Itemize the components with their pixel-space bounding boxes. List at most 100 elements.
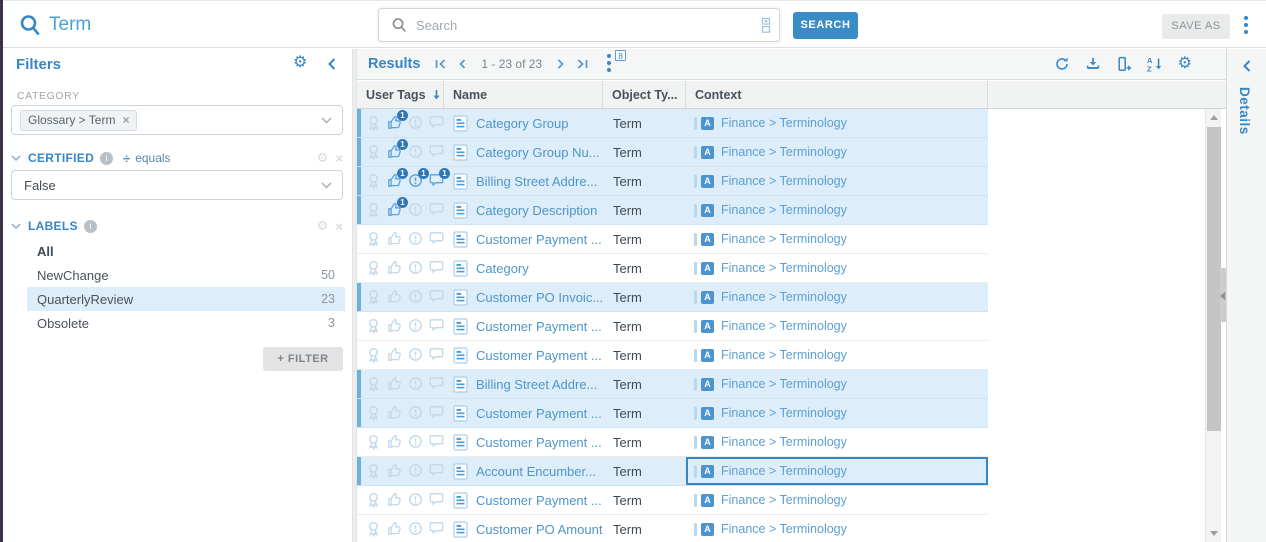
alert-circle-icon[interactable]: [408, 231, 424, 247]
column-header-context[interactable]: Context: [686, 81, 988, 108]
table-row[interactable]: 1Category Group Nu...TermAFinance > Term…: [357, 138, 988, 167]
add-filter-button[interactable]: + FILTER: [263, 347, 343, 371]
add-column-icon[interactable]: [1116, 56, 1132, 72]
alert-circle-icon[interactable]: [408, 289, 424, 305]
label-item-obsolete[interactable]: Obsolete3: [27, 311, 345, 335]
comment-bubble-icon[interactable]: 1: [429, 173, 445, 189]
context-link[interactable]: Finance > Terminology: [721, 435, 847, 449]
context-link[interactable]: Finance > Terminology: [721, 145, 847, 159]
details-tab[interactable]: Details: [1237, 87, 1252, 135]
endorsement-thumbs-up-icon[interactable]: [387, 231, 403, 247]
context-link[interactable]: Finance > Terminology: [721, 232, 847, 246]
scroll-up-icon[interactable]: [1210, 115, 1218, 120]
context-link[interactable]: Finance > Terminology: [721, 406, 847, 420]
context-cell[interactable]: AFinance > Terminology: [686, 399, 988, 427]
table-row[interactable]: 1Category DescriptionTermAFinance > Term…: [357, 196, 988, 225]
table-row[interactable]: Customer Payment ...TermAFinance > Termi…: [357, 341, 988, 370]
term-name-link[interactable]: Billing Street Addre...: [476, 377, 597, 392]
name-cell[interactable]: Category Group: [444, 109, 603, 137]
section-collapse-chevron-icon[interactable]: [11, 223, 21, 229]
endorsement-thumbs-up-icon[interactable]: [387, 405, 403, 421]
endorsement-thumbs-up-icon[interactable]: 1: [387, 115, 403, 131]
search-button[interactable]: SEARCH: [793, 12, 858, 39]
section-gear-icon[interactable]: ⚙: [317, 218, 329, 234]
endorsement-thumbs-up-icon[interactable]: [387, 260, 403, 276]
term-name-link[interactable]: Customer Payment ...: [476, 348, 602, 363]
table-row[interactable]: Customer PO AmountTermAFinance > Termino…: [357, 515, 988, 542]
context-cell[interactable]: AFinance > Terminology: [686, 167, 988, 195]
term-name-link[interactable]: Category Description: [476, 203, 597, 218]
context-cell[interactable]: AFinance > Terminology: [686, 254, 988, 282]
certified-badge-icon[interactable]: [366, 492, 382, 508]
label-item-newchange[interactable]: NewChange50: [27, 263, 345, 287]
name-cell[interactable]: Customer Payment ...: [444, 341, 603, 369]
term-name-link[interactable]: Category: [476, 261, 529, 276]
context-cell[interactable]: AFinance > Terminology: [686, 457, 988, 485]
context-link[interactable]: Finance > Terminology: [721, 319, 847, 333]
remove-tag-icon[interactable]: ×: [122, 113, 129, 127]
table-row[interactable]: CategoryTermAFinance > Terminology: [357, 254, 988, 283]
certified-badge-icon[interactable]: [366, 463, 382, 479]
label-item-all[interactable]: All: [27, 239, 345, 263]
endorsement-thumbs-up-icon[interactable]: 1: [387, 144, 403, 160]
comment-bubble-icon[interactable]: [429, 492, 445, 508]
context-cell[interactable]: AFinance > Terminology: [686, 225, 988, 253]
alert-circle-icon[interactable]: [408, 202, 424, 218]
certified-badge-icon[interactable]: [366, 521, 382, 537]
endorsement-thumbs-up-icon[interactable]: [387, 434, 403, 450]
comment-bubble-icon[interactable]: [429, 434, 445, 450]
certified-badge-icon[interactable]: [366, 202, 382, 218]
term-name-link[interactable]: Customer PO Invoic...: [476, 290, 603, 305]
table-row[interactable]: Account Encumber...TermAFinance > Termin…: [357, 457, 988, 486]
endorsement-thumbs-up-icon[interactable]: [387, 376, 403, 392]
certified-badge-icon[interactable]: [366, 115, 382, 131]
alert-circle-icon[interactable]: [408, 521, 424, 537]
table-row[interactable]: Customer PO Invoic...TermAFinance > Term…: [357, 283, 988, 312]
name-cell[interactable]: Customer Payment ...: [444, 225, 603, 253]
table-row[interactable]: Customer Payment ...TermAFinance > Termi…: [357, 312, 988, 341]
alert-circle-icon[interactable]: [408, 347, 424, 363]
comment-bubble-icon[interactable]: [429, 202, 445, 218]
context-link[interactable]: Finance > Terminology: [721, 203, 847, 217]
endorsement-thumbs-up-icon[interactable]: 1: [387, 202, 403, 218]
table-row[interactable]: Customer Payment ...TermAFinance > Termi…: [357, 428, 988, 457]
alert-circle-icon[interactable]: [408, 376, 424, 392]
comment-bubble-icon[interactable]: [429, 376, 445, 392]
context-link[interactable]: Finance > Terminology: [721, 522, 847, 536]
comment-bubble-icon[interactable]: [429, 521, 445, 537]
context-cell[interactable]: AFinance > Terminology: [686, 138, 988, 166]
alert-circle-icon[interactable]: [408, 115, 424, 131]
operator-icon[interactable]: ÷: [123, 151, 130, 166]
section-close-icon[interactable]: ×: [335, 219, 343, 234]
term-name-link[interactable]: Customer Payment ...: [476, 319, 602, 334]
section-close-icon[interactable]: ×: [335, 151, 343, 166]
name-cell[interactable]: Customer Payment ...: [444, 428, 603, 456]
name-cell[interactable]: Category Description: [444, 196, 603, 224]
name-cell[interactable]: Customer Payment ...: [444, 312, 603, 340]
certified-badge-icon[interactable]: [366, 260, 382, 276]
last-page-icon[interactable]: [576, 58, 589, 70]
context-link[interactable]: Finance > Terminology: [721, 377, 847, 391]
save-as-button[interactable]: SAVE AS: [1162, 14, 1230, 39]
sort-az-icon[interactable]: AZ: [1147, 56, 1163, 72]
name-cell[interactable]: Customer Payment ...: [444, 399, 603, 427]
details-expand-icon[interactable]: [1240, 59, 1254, 73]
certified-badge-icon[interactable]: [366, 144, 382, 160]
alert-circle-icon[interactable]: [408, 405, 424, 421]
refresh-icon[interactable]: [1054, 56, 1070, 72]
label-item-quarterlyreview[interactable]: QuarterlyReview23: [27, 287, 345, 311]
comment-bubble-icon[interactable]: [429, 347, 445, 363]
alert-circle-icon[interactable]: [408, 492, 424, 508]
alert-circle-icon[interactable]: 1: [408, 173, 424, 189]
context-link[interactable]: Finance > Terminology: [721, 290, 847, 304]
search-scope-icon[interactable]: [761, 17, 771, 34]
alert-circle-icon[interactable]: [408, 318, 424, 334]
column-header-object-type[interactable]: Object Ty...: [603, 81, 686, 108]
filters-settings-gear-icon[interactable]: ⚙: [293, 55, 307, 71]
results-settings-gear-icon[interactable]: ⚙: [1178, 56, 1192, 72]
search-input[interactable]: [416, 18, 761, 33]
search-box[interactable]: [378, 8, 780, 42]
name-cell[interactable]: Billing Street Addre...: [444, 167, 603, 195]
name-cell[interactable]: Billing Street Addre...: [444, 370, 603, 398]
vertical-scrollbar[interactable]: [1205, 109, 1221, 542]
